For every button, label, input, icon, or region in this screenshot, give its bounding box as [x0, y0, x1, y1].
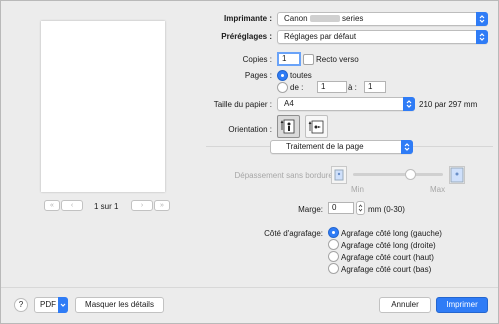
print-button[interactable]: Imprimer	[436, 297, 488, 313]
page-preview	[41, 21, 165, 192]
paper-size-select[interactable]: A4	[277, 97, 415, 111]
stapling-option-label: Agrafage côté long (droite)	[341, 241, 436, 250]
duplex-label: Recto verso	[316, 55, 359, 64]
chevron-up-down-icon	[476, 30, 488, 44]
hide-details-button[interactable]: Masquer les détails	[75, 297, 164, 313]
printer-name-suffix: series	[342, 14, 364, 23]
stepper-icon	[358, 204, 363, 212]
chevron-up-down-icon	[476, 12, 488, 26]
pdf-label: PDF	[40, 300, 56, 309]
copies-field[interactable]: 1	[277, 52, 301, 66]
section-select[interactable]: Traitement de la page	[270, 140, 413, 154]
pdf-menu-button[interactable]: PDF	[34, 297, 68, 313]
printer-label: Imprimante :	[223, 14, 272, 23]
last-page-button[interactable]: »	[154, 200, 170, 211]
pages-from-field[interactable]: 1	[317, 81, 347, 93]
cancel-button[interactable]: Annuler	[379, 297, 431, 313]
landscape-orientation-button[interactable]	[305, 115, 328, 138]
page-indicator: 1 sur 1	[94, 202, 119, 211]
borderless-max-icon	[449, 166, 465, 184]
chevron-up-down-icon	[401, 140, 413, 154]
pages-all-radio[interactable]	[277, 70, 288, 81]
stapling-option-radio[interactable]	[328, 263, 339, 274]
presets-select[interactable]: Réglages par défaut	[277, 30, 488, 44]
stapling-label: Côté d'agrafage:	[264, 229, 323, 238]
stapling-option-label: Agrafage côté long (gauche)	[341, 229, 442, 238]
slider-knob[interactable]	[405, 169, 416, 180]
help-button[interactable]: ?	[14, 298, 28, 312]
margin-unit: mm (0-30)	[368, 205, 405, 214]
stapling-option-radio[interactable]	[328, 251, 339, 262]
stapling-option-radio[interactable]	[328, 239, 339, 250]
portrait-orientation-button[interactable]	[277, 115, 300, 138]
duplex-checkbox[interactable]	[303, 54, 314, 65]
paper-size-label: Taille du papier :	[213, 100, 272, 109]
slider-max-label: Max	[430, 185, 446, 194]
presets-value: Réglages par défaut	[284, 32, 357, 41]
chevron-up-down-icon	[403, 97, 415, 111]
landscape-icon	[308, 120, 324, 134]
copies-label: Copies :	[242, 55, 272, 64]
pages-to-field[interactable]: 1	[364, 81, 386, 93]
pages-range-radio[interactable]	[277, 82, 288, 93]
margin-stepper[interactable]	[356, 201, 365, 215]
next-page-button[interactable]: ›	[131, 200, 153, 211]
borderless-min-icon	[331, 166, 347, 184]
printer-model-redacted	[309, 15, 340, 23]
previous-page-button[interactable]: ‹	[61, 200, 83, 211]
orientation-label: Orientation :	[228, 125, 272, 134]
stapling-option-radio[interactable]	[328, 227, 339, 238]
first-page-button[interactable]: «	[44, 200, 60, 211]
pages-to-label: à :	[348, 83, 357, 92]
margin-label: Marge:	[298, 205, 323, 214]
pages-label: Pages :	[244, 71, 272, 80]
print-dialog: « ‹ 1 sur 1 › » Imprimante : Canon serie…	[0, 0, 499, 324]
borderless-label: Dépassement sans bordure:	[234, 171, 336, 180]
slider-min-label: Min	[351, 185, 364, 194]
paper-size-dimensions: 210 par 297 mm	[419, 100, 478, 109]
footer-divider	[1, 287, 498, 288]
stapling-option-label: Agrafage côté court (bas)	[341, 265, 432, 274]
portrait-icon	[280, 119, 295, 134]
stapling-option-label: Agrafage côté court (haut)	[341, 253, 434, 262]
paper-size-value: A4	[284, 99, 294, 108]
printer-select[interactable]: Canon series	[277, 12, 488, 26]
chevron-down-icon	[58, 297, 68, 313]
pages-from-label: de :	[290, 83, 304, 92]
printer-name-prefix: Canon	[284, 14, 308, 23]
borderless-slider[interactable]	[353, 169, 443, 180]
section-value: Traitement de la page	[286, 142, 364, 151]
presets-label: Préréglages :	[221, 32, 272, 41]
margin-field[interactable]: 0	[328, 202, 354, 214]
pages-all-label: toutes	[290, 71, 312, 80]
